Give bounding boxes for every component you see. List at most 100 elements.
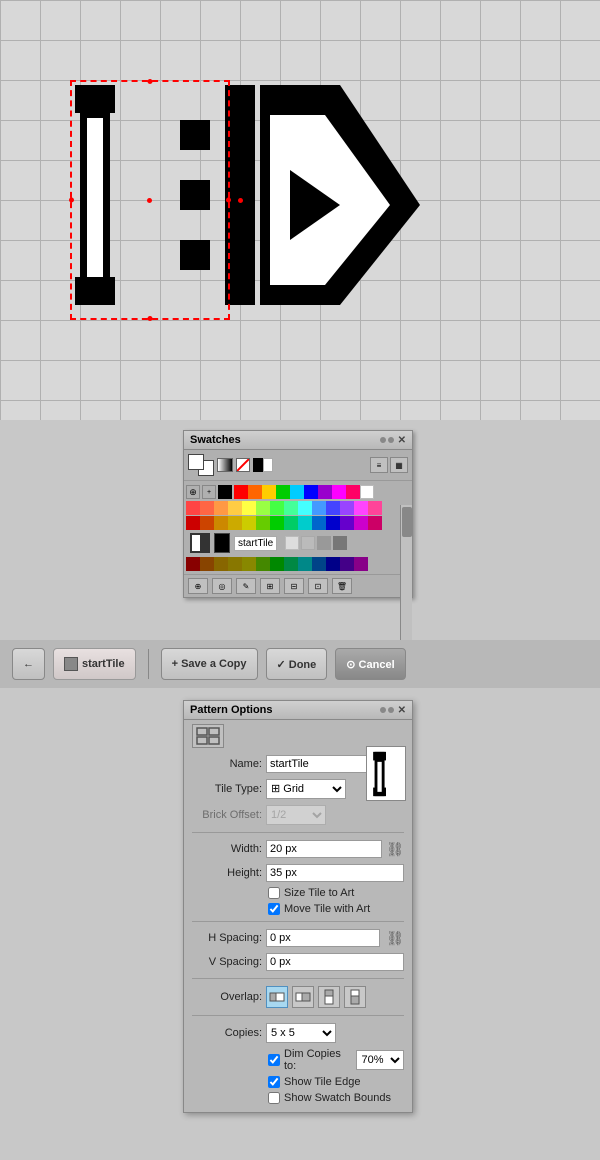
- size-tile-label[interactable]: Size Tile to Art: [284, 887, 354, 899]
- swatch-red[interactable]: [234, 485, 248, 499]
- overlap-front-right-button[interactable]: [292, 986, 314, 1008]
- panel-close-button[interactable]: ✕: [398, 435, 406, 446]
- swatch[interactable]: [214, 501, 228, 515]
- swatch[interactable]: [214, 557, 228, 571]
- move-tile-checkbox[interactable]: [268, 903, 280, 915]
- swatch[interactable]: [214, 516, 228, 530]
- swatch[interactable]: [256, 501, 270, 515]
- swatch[interactable]: [242, 516, 256, 530]
- save-copy-button[interactable]: + Save a Copy: [161, 648, 258, 680]
- swatch-green[interactable]: [276, 485, 290, 499]
- swatch[interactable]: [256, 557, 270, 571]
- swatch[interactable]: [270, 516, 284, 530]
- dim-copies-label[interactable]: Dim Copies to:: [284, 1048, 352, 1072]
- none-swatch[interactable]: [236, 458, 250, 472]
- fg-bg-swatches[interactable]: [188, 454, 214, 476]
- swatch[interactable]: [340, 557, 354, 571]
- swatch[interactable]: [186, 501, 200, 515]
- foreground-color-box[interactable]: [188, 454, 204, 470]
- size-tile-checkbox[interactable]: [268, 887, 280, 899]
- swatch[interactable]: [200, 501, 214, 515]
- show-tile-edge-label[interactable]: Show Tile Edge: [284, 1076, 360, 1088]
- swatch[interactable]: [354, 557, 368, 571]
- swatch[interactable]: [242, 557, 256, 571]
- swatch[interactable]: [340, 501, 354, 515]
- swatch[interactable]: [200, 557, 214, 571]
- swatch[interactable]: [298, 557, 312, 571]
- back-button[interactable]: ←: [12, 648, 45, 680]
- swatch[interactable]: [256, 516, 270, 530]
- swatch[interactable]: [228, 516, 242, 530]
- swatch[interactable]: [326, 501, 340, 515]
- swatch[interactable]: [186, 557, 200, 571]
- swatch[interactable]: [368, 516, 382, 530]
- swatch-blue[interactable]: [304, 485, 318, 499]
- cancel-button[interactable]: ⊙ Cancel: [335, 648, 405, 680]
- swatch[interactable]: [340, 516, 354, 530]
- swatch-orange[interactable]: [248, 485, 262, 499]
- swatch[interactable]: [298, 516, 312, 530]
- scrollbar-thumb[interactable]: [402, 507, 412, 537]
- pattern-close-button[interactable]: ✕: [398, 705, 406, 716]
- width-input[interactable]: [266, 840, 382, 858]
- swatch-grey3[interactable]: [317, 536, 331, 550]
- add-pattern-button[interactable]: ⊡: [308, 578, 328, 594]
- swatch[interactable]: [326, 516, 340, 530]
- swatch-black[interactable]: [253, 458, 263, 472]
- link-dimensions-icon[interactable]: ⛓: [386, 841, 404, 858]
- tile-grid-icon-button[interactable]: [192, 724, 224, 748]
- tool-eyedropper[interactable]: ⊕: [186, 485, 200, 499]
- group-swatches-button[interactable]: ⊞: [260, 578, 280, 594]
- dim-copies-percent-select[interactable]: 70% 50% 30%: [356, 1050, 404, 1070]
- tool-add-swatch[interactable]: +: [202, 485, 216, 499]
- swatch-pink[interactable]: [346, 485, 360, 499]
- done-button[interactable]: ✓ Done: [266, 648, 328, 680]
- swatch-grey2[interactable]: [301, 536, 315, 550]
- swatch[interactable]: [284, 516, 298, 530]
- show-swatch-bounds-label[interactable]: Show Swatch Bounds: [284, 1092, 391, 1104]
- height-input[interactable]: [266, 864, 404, 882]
- gradient-icon[interactable]: [217, 458, 233, 472]
- swatch-black-named[interactable]: [214, 533, 230, 553]
- show-tile-edge-checkbox[interactable]: [268, 1076, 280, 1088]
- overlap-below-button[interactable]: [344, 986, 366, 1008]
- swatch-yellow[interactable]: [262, 485, 276, 499]
- swatch[interactable]: [242, 501, 256, 515]
- swatch[interactable]: [270, 557, 284, 571]
- brick-offset-select[interactable]: 1/2: [266, 805, 326, 825]
- h-spacing-input[interactable]: [266, 929, 380, 947]
- swatch[interactable]: [284, 557, 298, 571]
- v-spacing-input[interactable]: [266, 953, 404, 971]
- panel-resize-dots[interactable]: [380, 437, 394, 443]
- overlap-front-left-button[interactable]: [266, 986, 288, 1008]
- swatch[interactable]: [200, 516, 214, 530]
- copies-select[interactable]: 5 x 5 3 x 3 7 x 7: [266, 1023, 336, 1043]
- swatch-black-small[interactable]: [218, 485, 232, 499]
- edit-swatch-button[interactable]: ✎: [236, 578, 256, 594]
- swatch-white[interactable]: [263, 458, 273, 472]
- swatch[interactable]: [312, 516, 326, 530]
- swatch-cyan[interactable]: [290, 485, 304, 499]
- move-tile-label[interactable]: Move Tile with Art: [284, 903, 370, 915]
- swatch[interactable]: [326, 557, 340, 571]
- swatch[interactable]: [312, 501, 326, 515]
- swatch[interactable]: [312, 557, 326, 571]
- delete-swatch-button[interactable]: 🗑: [332, 578, 352, 594]
- grid-view-button[interactable]: ▦: [390, 457, 408, 473]
- swatch[interactable]: [354, 501, 368, 515]
- swatch-libraries-button[interactable]: ◎: [212, 578, 232, 594]
- h-spacing-link-icon[interactable]: ⛓: [386, 930, 404, 947]
- swatch-grey1[interactable]: [285, 536, 299, 550]
- swatch[interactable]: [354, 516, 368, 530]
- swatch[interactable]: [298, 501, 312, 515]
- dim-copies-checkbox[interactable]: [268, 1054, 280, 1066]
- swatch[interactable]: [284, 501, 298, 515]
- swatch-grey4[interactable]: [333, 536, 347, 550]
- pattern-name-button[interactable]: startTile: [53, 648, 136, 680]
- ungroup-swatches-button[interactable]: ⊟: [284, 578, 304, 594]
- panel-resize-dots2[interactable]: [380, 707, 394, 713]
- swatch-white2[interactable]: [360, 485, 374, 499]
- fg-color-indicator[interactable]: [190, 533, 210, 553]
- new-swatch-button[interactable]: ⊕: [188, 578, 208, 594]
- overlap-above-button[interactable]: [318, 986, 340, 1008]
